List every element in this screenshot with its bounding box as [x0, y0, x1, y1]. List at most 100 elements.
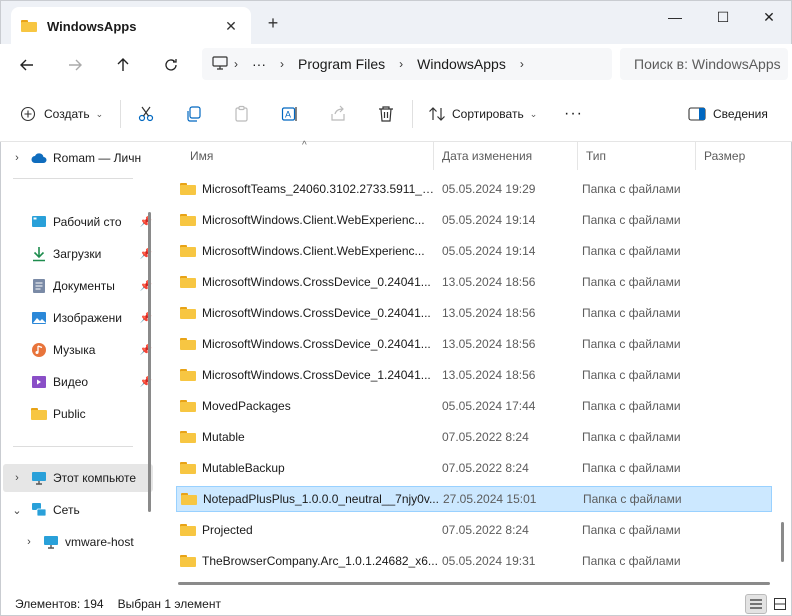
- expand-chevron-icon[interactable]: ›: [3, 152, 31, 164]
- table-row[interactable]: MicrosoftWindows.CrossDevice_1.24041... 1…: [176, 362, 772, 388]
- breadcrumb-more-button[interactable]: ···: [252, 56, 266, 72]
- breadcrumb-windowsapps[interactable]: WindowsApps: [417, 56, 506, 72]
- create-button[interactable]: Создать ⌄: [20, 102, 103, 126]
- table-row[interactable]: MicrosoftWindows.CrossDevice_0.24041... 1…: [176, 331, 772, 357]
- pictures-icon: [31, 310, 47, 326]
- more-options-button[interactable]: ···: [564, 102, 583, 126]
- sidebar-item-vmware-host[interactable]: › vmware-host: [15, 528, 153, 556]
- expand-chevron-icon[interactable]: ›: [3, 472, 31, 484]
- sidebar-item-music[interactable]: Музыка 📌: [3, 336, 153, 364]
- forward-button[interactable]: [62, 52, 88, 78]
- close-button[interactable]: ✕: [749, 5, 789, 29]
- breadcrumb-program-files[interactable]: Program Files: [298, 56, 385, 72]
- file-date: 13.05.2024 18:56: [442, 306, 536, 320]
- folder-icon: [180, 400, 196, 412]
- minimize-button[interactable]: —: [655, 5, 695, 29]
- folder-icon: [180, 462, 196, 474]
- sidebar-item-onedrive[interactable]: › Romam — Личн: [3, 144, 153, 172]
- breadcrumb-separator-icon[interactable]: ›: [399, 57, 403, 71]
- share-button[interactable]: [329, 102, 347, 126]
- breadcrumb-separator-icon[interactable]: ›: [520, 57, 524, 71]
- table-row[interactable]: MovedPackages 05.05.2024 17:44 Папка с фай…: [176, 393, 772, 419]
- refresh-button[interactable]: [158, 52, 184, 78]
- list-horizontal-scrollbar[interactable]: [178, 582, 770, 585]
- column-header-date[interactable]: Дата изменения: [434, 142, 578, 170]
- file-date: 05.05.2024 17:44: [442, 399, 536, 413]
- cut-button[interactable]: [137, 102, 155, 126]
- table-row[interactable]: Mutable 07.05.2022 8:24 Папка с файлами: [176, 424, 772, 450]
- table-row[interactable]: NotepadPlusPlus_1.0.0.0_neutral__7njy0v.…: [176, 486, 772, 512]
- computer-icon[interactable]: [212, 55, 228, 73]
- file-name: MovedPackages: [202, 399, 291, 413]
- tiles-view-button[interactable]: [769, 594, 791, 614]
- table-row[interactable]: MicrosoftWindows.CrossDevice_0.24041... 1…: [176, 269, 772, 295]
- details-view-button[interactable]: [745, 594, 767, 614]
- sidebar-item-this-pc[interactable]: › Этот компьюте: [3, 464, 153, 492]
- sidebar-item-downloads[interactable]: Загрузки 📌: [3, 240, 153, 268]
- sidebar-item-label: Документы: [53, 279, 115, 293]
- folder-icon: [180, 338, 196, 350]
- breadcrumb-separator-icon[interactable]: ›: [280, 57, 284, 71]
- expand-chevron-icon[interactable]: ⌄: [3, 504, 31, 517]
- sidebar-divider: [13, 178, 133, 179]
- sidebar-scrollbar[interactable]: [148, 212, 151, 512]
- paste-button[interactable]: [233, 102, 251, 126]
- back-button[interactable]: [14, 52, 40, 78]
- refresh-icon: [165, 59, 177, 71]
- table-row[interactable]: MicrosoftWindows.CrossDevice_0.24041... 1…: [176, 300, 772, 326]
- sidebar-item-documents[interactable]: Документы 📌: [3, 272, 153, 300]
- trash-icon: [379, 106, 393, 122]
- list-vertical-scrollbar[interactable]: [781, 522, 784, 562]
- file-type: Папка с файлами: [582, 306, 681, 320]
- details-pane-button[interactable]: Сведения: [688, 102, 768, 126]
- video-icon: [31, 374, 47, 390]
- tab-windowsapps[interactable]: WindowsApps ✕: [11, 7, 251, 45]
- file-type: Папка с файлами: [582, 554, 681, 568]
- copy-button[interactable]: [185, 102, 203, 126]
- details-pane-icon: [688, 107, 706, 121]
- table-row[interactable]: MicrosoftWindows.Client.WebExperienc... 0…: [176, 207, 772, 233]
- rename-button[interactable]: A: [281, 102, 299, 126]
- search-input[interactable]: Поиск в: WindowsApps: [620, 48, 788, 80]
- column-header-size[interactable]: Размер: [696, 142, 782, 170]
- folder-icon: [31, 406, 47, 422]
- column-header-type[interactable]: Тип: [578, 142, 696, 170]
- folder-icon: [180, 276, 196, 288]
- title-bar: WindowsApps ✕ + — ☐ ✕: [0, 0, 792, 45]
- file-type: Папка с файлами: [582, 275, 681, 289]
- column-header-name[interactable]: Имя: [182, 142, 434, 170]
- new-tab-button[interactable]: +: [263, 13, 283, 34]
- table-row[interactable]: MicrosoftWindows.Client.WebExperienc... 0…: [176, 238, 772, 264]
- expand-chevron-icon[interactable]: ›: [15, 536, 43, 548]
- sidebar-item-network[interactable]: ⌄ Сеть: [3, 496, 153, 524]
- folder-icon: [180, 431, 196, 443]
- tab-close-icon[interactable]: ✕: [221, 18, 241, 35]
- up-button[interactable]: [110, 52, 136, 78]
- sidebar-item-label: Этот компьюте: [53, 471, 137, 485]
- table-row[interactable]: MicrosoftTeams_24060.3102.2733.5911_x6..…: [176, 176, 772, 202]
- sort-button[interactable]: Сортировать ⌄: [428, 102, 537, 126]
- sidebar-item-pictures[interactable]: Изображени 📌: [3, 304, 153, 332]
- maximize-button[interactable]: ☐: [703, 5, 743, 29]
- table-row[interactable]: Projected 07.05.2022 8:24 Папка с файлами: [176, 517, 772, 543]
- sidebar-item-video[interactable]: Видео 📌: [3, 368, 153, 396]
- details-label: Сведения: [713, 107, 768, 121]
- sidebar-item-label: Romam — Личн: [53, 151, 142, 165]
- breadcrumb-separator-icon[interactable]: ›: [234, 57, 238, 71]
- sidebar-item-public[interactable]: Public: [3, 400, 153, 428]
- file-type: Папка с файлами: [582, 523, 681, 537]
- file-type: Папка с файлами: [582, 430, 681, 444]
- file-name: MicrosoftWindows.Client.WebExperienc...: [202, 244, 425, 258]
- delete-button[interactable]: [377, 102, 395, 126]
- table-row[interactable]: MutableBackup 07.05.2022 8:24 Папка с файл…: [176, 455, 772, 481]
- clipboard-icon: [235, 105, 248, 122]
- breadcrumb[interactable]: › ··· › Program Files › WindowsApps ›: [202, 48, 612, 80]
- arrow-up-icon: [117, 58, 129, 71]
- sidebar-item-desktop[interactable]: Рабочий сто 📌: [3, 208, 153, 236]
- folder-icon: [180, 524, 196, 536]
- table-row[interactable]: TheBrowserCompany.Arc_1.0.1.24682_x6... 0…: [176, 548, 772, 574]
- rename-icon: A: [281, 107, 297, 121]
- file-name: MicrosoftWindows.CrossDevice_0.24041...: [202, 306, 431, 320]
- file-date: 13.05.2024 18:56: [442, 275, 536, 289]
- file-name: NotepadPlusPlus_1.0.0.0_neutral__7njy0v.…: [203, 492, 439, 506]
